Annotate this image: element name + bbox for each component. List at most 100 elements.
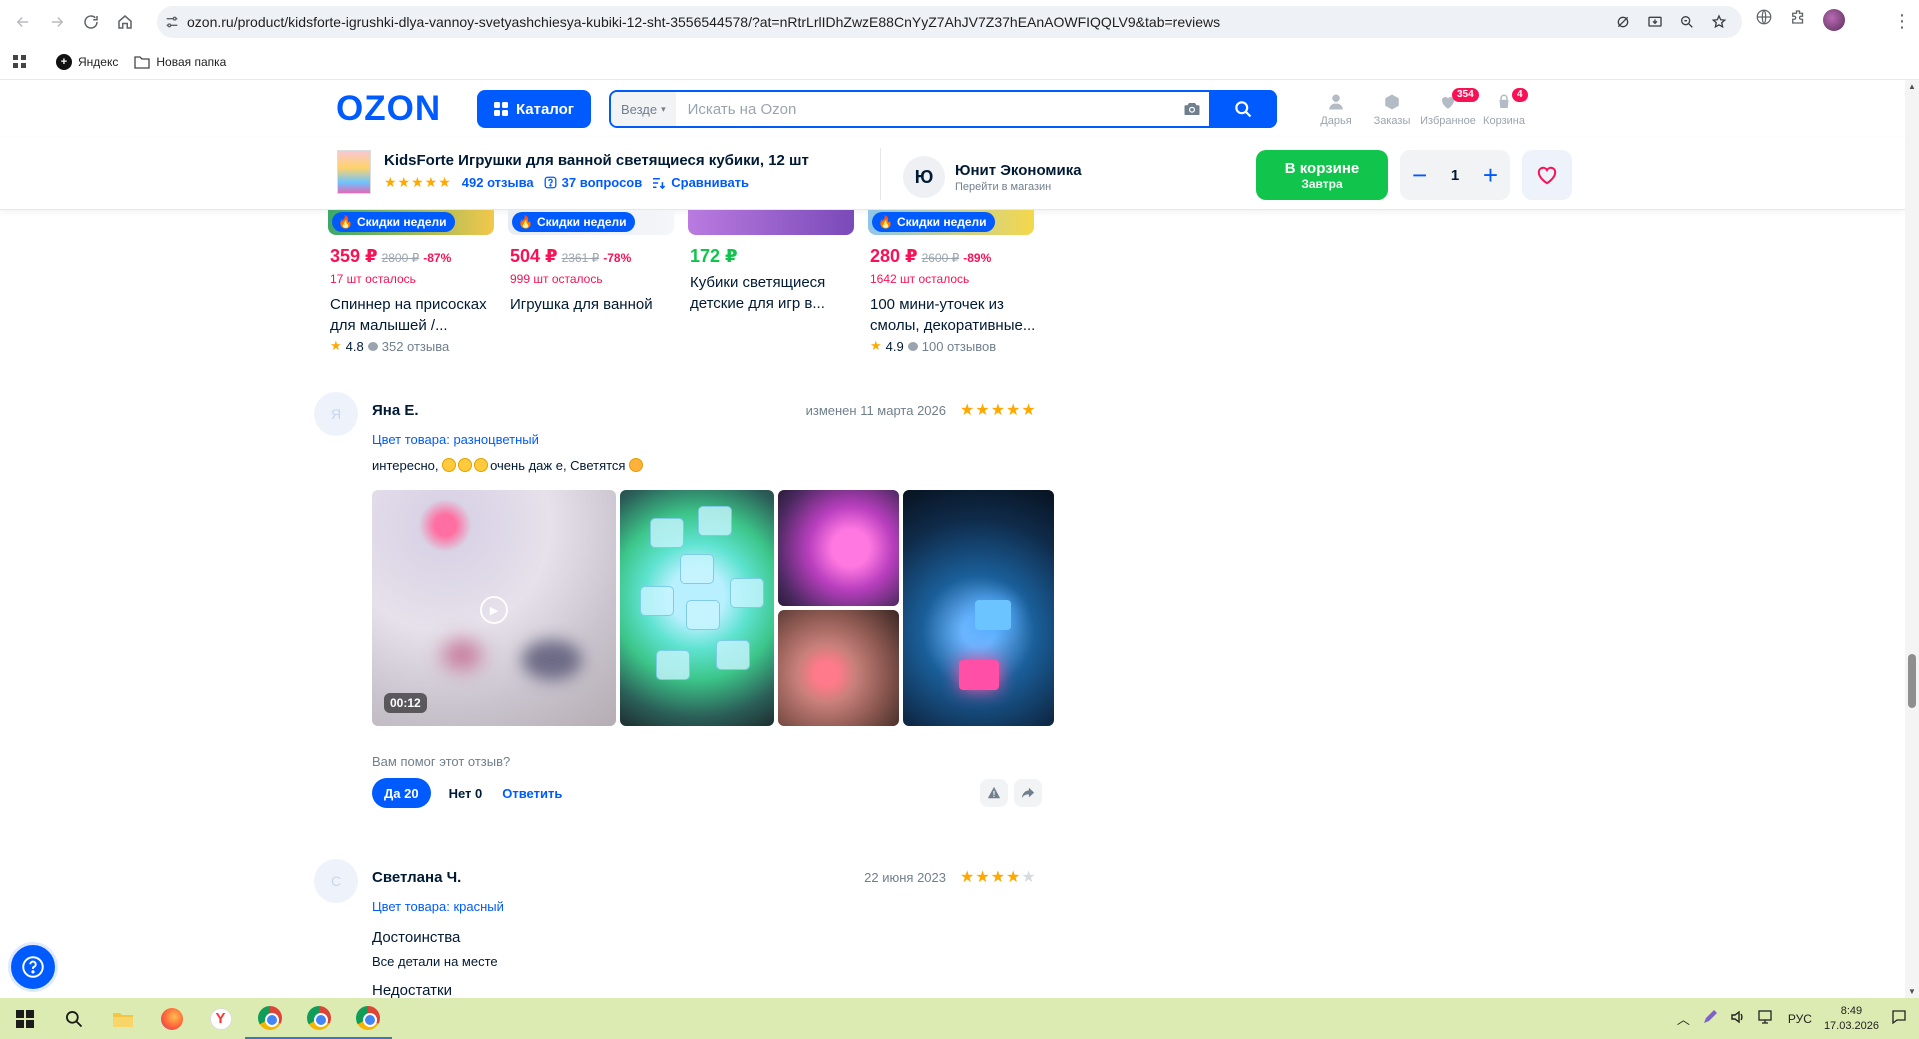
product-image[interactable]: 🔥 Скидки недели xyxy=(328,210,494,235)
review-photo[interactable] xyxy=(778,490,899,606)
chevron-up-icon[interactable]: ︿ xyxy=(1677,1009,1690,1028)
back-icon[interactable] xyxy=(6,5,40,39)
bookmark-yandex[interactable]: + Яндекс xyxy=(56,53,118,70)
clock[interactable]: 8:49 17.03.2026 xyxy=(1824,1004,1879,1034)
product-name[interactable]: смолы, декоративные... xyxy=(870,315,1040,336)
search-button[interactable] xyxy=(1209,90,1277,128)
seller-name[interactable]: Юнит Экономика xyxy=(955,162,1082,179)
review-photo[interactable] xyxy=(778,610,899,726)
in-cart-button[interactable]: В корзине Завтра xyxy=(1256,150,1388,200)
chrome-icon[interactable] xyxy=(294,998,343,1039)
product-name[interactable]: для малышей /... xyxy=(330,315,500,336)
extensions-icon[interactable] xyxy=(1789,8,1807,31)
help-button[interactable] xyxy=(8,942,58,992)
scrollbar-thumb[interactable] xyxy=(1908,654,1916,708)
review-photo[interactable] xyxy=(903,490,1054,726)
header-favorites[interactable]: 354 Избранное xyxy=(1420,88,1479,127)
discount-badge: 🔥 Скидки недели xyxy=(872,212,995,232)
product-rating: ★ 4.9 100 отзывов xyxy=(870,338,996,354)
scroll-up-icon[interactable]: ▲ xyxy=(1908,82,1916,91)
pen-icon[interactable] xyxy=(1702,1009,1718,1028)
forward-icon[interactable] xyxy=(40,5,74,39)
notifications-icon[interactable] xyxy=(1891,1009,1907,1028)
header-cart[interactable]: 4 Корзина xyxy=(1476,88,1532,127)
discount: -78% xyxy=(603,251,632,265)
vote-no-button[interactable]: Нет 0 xyxy=(438,778,493,808)
seller-avatar[interactable]: Ю xyxy=(903,156,945,198)
stock-left: 17 шт осталось xyxy=(330,272,416,286)
search-scope-select[interactable]: Везде ▾ xyxy=(611,92,676,126)
product-name[interactable]: Игрушка для ванной xyxy=(510,294,680,315)
product-image[interactable]: 🔥 Скидки недели xyxy=(508,210,674,235)
product-name[interactable]: Спиннер на присосках xyxy=(330,294,500,315)
url-text[interactable]: ozon.ru/product/kidsforte-igrushki-dlya-… xyxy=(187,14,1614,30)
product-name[interactable]: 100 мини-уточек из xyxy=(870,294,1040,315)
review-photo[interactable] xyxy=(620,490,774,726)
flame-icon: 🔥 xyxy=(518,215,533,229)
apps-grid-icon[interactable] xyxy=(0,54,40,69)
camera-search-icon[interactable] xyxy=(1175,101,1209,117)
vote-yes-button[interactable]: Да 20 xyxy=(372,778,431,808)
report-icon[interactable] xyxy=(980,779,1008,807)
product-image[interactable]: 🔥 Скидки недели xyxy=(868,210,1034,235)
search-icon[interactable] xyxy=(49,998,98,1039)
bookmark-star-icon[interactable] xyxy=(1710,13,1728,31)
site-info-icon[interactable] xyxy=(157,14,187,30)
minus-icon[interactable]: − xyxy=(1412,160,1427,191)
page-scrollbar[interactable]: ▲ ▼ xyxy=(1905,80,1919,998)
photo-content xyxy=(650,518,684,548)
volume-icon[interactable] xyxy=(1730,1009,1746,1028)
play-icon[interactable]: ▶ xyxy=(480,596,508,624)
browser-menu-icon[interactable]: ⋮ xyxy=(1893,12,1911,30)
review-color[interactable]: Цвет товара: красный xyxy=(372,899,504,914)
review-video[interactable]: ▶ 00:12 xyxy=(372,490,616,726)
favorite-button[interactable] xyxy=(1522,150,1572,200)
compare-link[interactable]: Сравнивать xyxy=(652,175,749,190)
flame-icon: 🔥 xyxy=(338,215,353,229)
file-explorer-icon[interactable] xyxy=(98,998,147,1039)
network-icon[interactable] xyxy=(1758,1009,1776,1028)
reply-button[interactable]: Ответить xyxy=(502,786,562,801)
question-circle-icon xyxy=(22,956,44,978)
translate-icon[interactable] xyxy=(1755,8,1773,31)
photo-content xyxy=(680,554,714,584)
share-icon[interactable] xyxy=(1014,779,1042,807)
product-name[interactable]: детские для игр в... xyxy=(690,293,860,314)
seller-store-link[interactable]: Перейти в магазин xyxy=(955,181,1051,193)
ozon-logo[interactable]: OZON xyxy=(336,91,441,126)
comment-icon xyxy=(907,341,918,351)
home-icon[interactable] xyxy=(108,5,142,39)
product-name[interactable]: Кубики светящиеся xyxy=(690,272,860,293)
video-duration: 00:12 xyxy=(384,693,427,713)
language-indicator[interactable]: РУС xyxy=(1788,1012,1812,1026)
questions-link[interactable]: 37 вопросов xyxy=(544,175,642,190)
yandex-browser-icon[interactable]: Y xyxy=(196,998,245,1039)
reload-icon[interactable] xyxy=(74,5,108,39)
photo-content xyxy=(959,660,999,690)
scroll-down-icon[interactable]: ▼ xyxy=(1908,987,1916,996)
profile-avatar[interactable] xyxy=(1823,8,1845,31)
firefox-icon[interactable] xyxy=(147,998,196,1039)
install-app-icon[interactable] xyxy=(1646,13,1664,31)
plus-icon[interactable]: + xyxy=(1483,160,1498,191)
price: 280 ₽ xyxy=(870,246,918,266)
review-color[interactable]: Цвет товара: разноцветный xyxy=(372,432,539,447)
address-bar[interactable]: ozon.ru/product/kidsforte-igrushki-dlya-… xyxy=(157,6,1742,38)
reviews-link[interactable]: 492 отзыва xyxy=(462,175,534,190)
chrome-icon[interactable] xyxy=(245,998,294,1039)
header-profile[interactable]: Дарья xyxy=(1308,92,1364,127)
windows-taskbar: Y ︿ РУС 8:49 17.03.2026 xyxy=(0,998,1919,1039)
product-thumbnail[interactable] xyxy=(337,150,371,194)
tracking-off-icon[interactable] xyxy=(1614,13,1632,31)
bookmark-folder[interactable]: Новая папка xyxy=(134,55,226,69)
search-input[interactable] xyxy=(675,92,1175,126)
product-image[interactable] xyxy=(688,210,854,235)
chrome-icon[interactable] xyxy=(343,998,392,1039)
header-orders[interactable]: Заказы xyxy=(1364,92,1420,127)
windows-start-icon[interactable] xyxy=(0,998,49,1039)
clock-date: 17.03.2026 xyxy=(1823,1019,1879,1032)
zoom-icon[interactable] xyxy=(1678,13,1696,31)
catalog-button[interactable]: Каталог xyxy=(477,90,591,128)
flame-icon: 🔥 xyxy=(878,215,893,229)
header-icon-label: Избранное xyxy=(1420,115,1476,127)
